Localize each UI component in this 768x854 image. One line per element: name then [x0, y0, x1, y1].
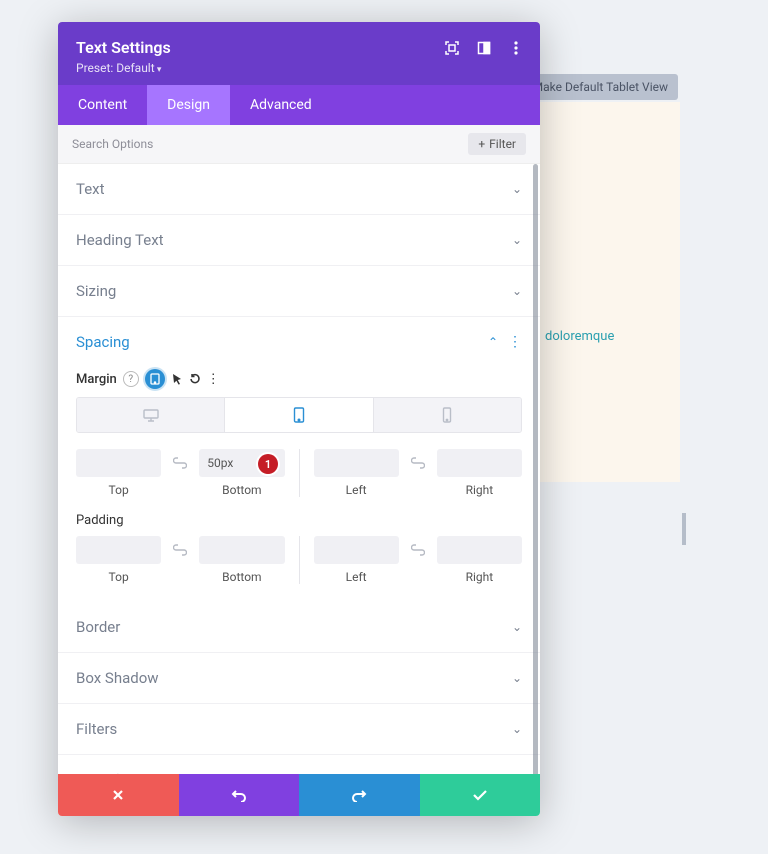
section-filters[interactable]: Filters ⌄	[58, 704, 540, 755]
reset-icon[interactable]	[189, 373, 201, 385]
chevron-down-icon: ⌄	[512, 671, 522, 685]
chevron-down-icon: ⌄	[512, 722, 522, 736]
padding-left-input[interactable]	[314, 536, 399, 564]
section-label: Transform	[76, 771, 145, 774]
margin-label-row: Margin ? ⋮	[76, 369, 522, 389]
modal-header: Text Settings Preset: Default	[58, 22, 540, 85]
cancel-button[interactable]	[58, 774, 179, 816]
section-sizing[interactable]: Sizing ⌄	[58, 266, 540, 317]
device-tabs	[76, 397, 522, 433]
search-input[interactable]: Search Options	[72, 137, 153, 151]
responsive-tablet-chip[interactable]	[145, 369, 165, 389]
side-label-top: Top	[109, 570, 129, 584]
side-label-right: Right	[466, 483, 494, 497]
tab-content[interactable]: Content	[58, 85, 147, 125]
redo-button[interactable]	[299, 774, 420, 816]
kebab-icon[interactable]: ⋮	[508, 334, 522, 350]
filter-label: Filter	[489, 137, 516, 151]
link-icon[interactable]	[171, 536, 189, 564]
link-icon[interactable]	[409, 449, 427, 477]
plus-icon: +	[478, 137, 485, 151]
section-label: Sizing	[76, 282, 116, 300]
text-settings-modal: Text Settings Preset: Default Conte	[58, 22, 540, 816]
padding-right-input[interactable]	[437, 536, 522, 564]
save-button[interactable]	[420, 774, 541, 816]
background-sample-text: doloremque	[545, 329, 614, 344]
margin-right-input[interactable]	[437, 449, 522, 477]
chevron-down-icon: ⌄	[512, 182, 522, 196]
side-label-left: Left	[346, 570, 367, 584]
section-label: Filters	[76, 720, 117, 738]
section-label: Box Shadow	[76, 669, 159, 687]
side-label-right: Right	[466, 570, 494, 584]
help-icon[interactable]: ?	[123, 371, 139, 387]
filter-button[interactable]: + Filter	[468, 133, 526, 155]
tab-design[interactable]: Design	[147, 85, 230, 125]
side-label-top: Top	[109, 483, 129, 497]
side-label-bottom: Bottom	[222, 483, 261, 497]
divider	[299, 449, 300, 497]
expand-icon[interactable]	[444, 40, 460, 56]
section-text[interactable]: Text ⌄	[58, 164, 540, 215]
section-heading-text[interactable]: Heading Text ⌄	[58, 215, 540, 266]
section-transform[interactable]: Transform ⌄	[58, 755, 540, 774]
hover-cursor-icon[interactable]	[171, 373, 183, 385]
chevron-down-icon: ⌄	[512, 620, 522, 634]
callout-badge-1: 1	[258, 454, 278, 474]
device-tab-phone[interactable]	[374, 398, 521, 432]
device-tab-tablet[interactable]	[224, 398, 373, 432]
undo-button[interactable]	[179, 774, 300, 816]
kebab-icon[interactable]: ⋮	[207, 372, 220, 387]
padding-label: Padding	[76, 513, 522, 528]
chevron-down-icon: ⌄	[512, 233, 522, 247]
design-sections: Text ⌄ Heading Text ⌄ Sizing ⌄ Spacing ⌃…	[58, 164, 540, 774]
section-label: Heading Text	[76, 231, 164, 249]
side-label-bottom: Bottom	[222, 570, 261, 584]
modal-footer	[58, 774, 540, 816]
margin-left-input[interactable]	[314, 449, 399, 477]
device-tab-desktop[interactable]	[77, 398, 224, 432]
chevron-down-icon: ⌄	[512, 284, 522, 298]
side-label-left: Left	[346, 483, 367, 497]
margin-top-input[interactable]	[76, 449, 161, 477]
spacing-body: Margin ? ⋮	[58, 369, 540, 602]
padding-top-input[interactable]	[76, 536, 161, 564]
resize-handle[interactable]	[682, 513, 686, 545]
link-icon[interactable]	[171, 449, 189, 477]
preset-dropdown[interactable]: Preset: Default	[76, 61, 522, 75]
section-label: Border	[76, 618, 120, 636]
chevron-down-icon: ⌄	[512, 773, 522, 774]
modal-tabs: Content Design Advanced	[58, 85, 540, 125]
section-spacing[interactable]: Spacing ⌃ ⋮	[58, 317, 540, 363]
tab-advanced[interactable]: Advanced	[230, 85, 332, 125]
divider	[299, 536, 300, 584]
padding-bottom-input[interactable]	[199, 536, 284, 564]
margin-inputs: Top Bottom Left	[76, 449, 522, 497]
section-box-shadow[interactable]: Box Shadow ⌄	[58, 653, 540, 704]
margin-label: Margin	[76, 372, 117, 387]
make-default-tablet-button[interactable]: Make Default Tablet View	[523, 74, 678, 100]
background-panel	[540, 102, 680, 482]
link-icon[interactable]	[409, 536, 427, 564]
search-options-bar: Search Options + Filter	[58, 125, 540, 164]
section-label: Text	[76, 180, 105, 198]
section-label: Spacing	[76, 333, 130, 351]
section-border[interactable]: Border ⌄	[58, 602, 540, 653]
chevron-up-icon: ⌃	[488, 335, 498, 349]
snap-icon[interactable]	[476, 40, 492, 56]
padding-inputs: Top Bottom Left	[76, 536, 522, 584]
kebab-icon[interactable]	[508, 40, 524, 56]
scrollbar[interactable]	[533, 164, 538, 774]
